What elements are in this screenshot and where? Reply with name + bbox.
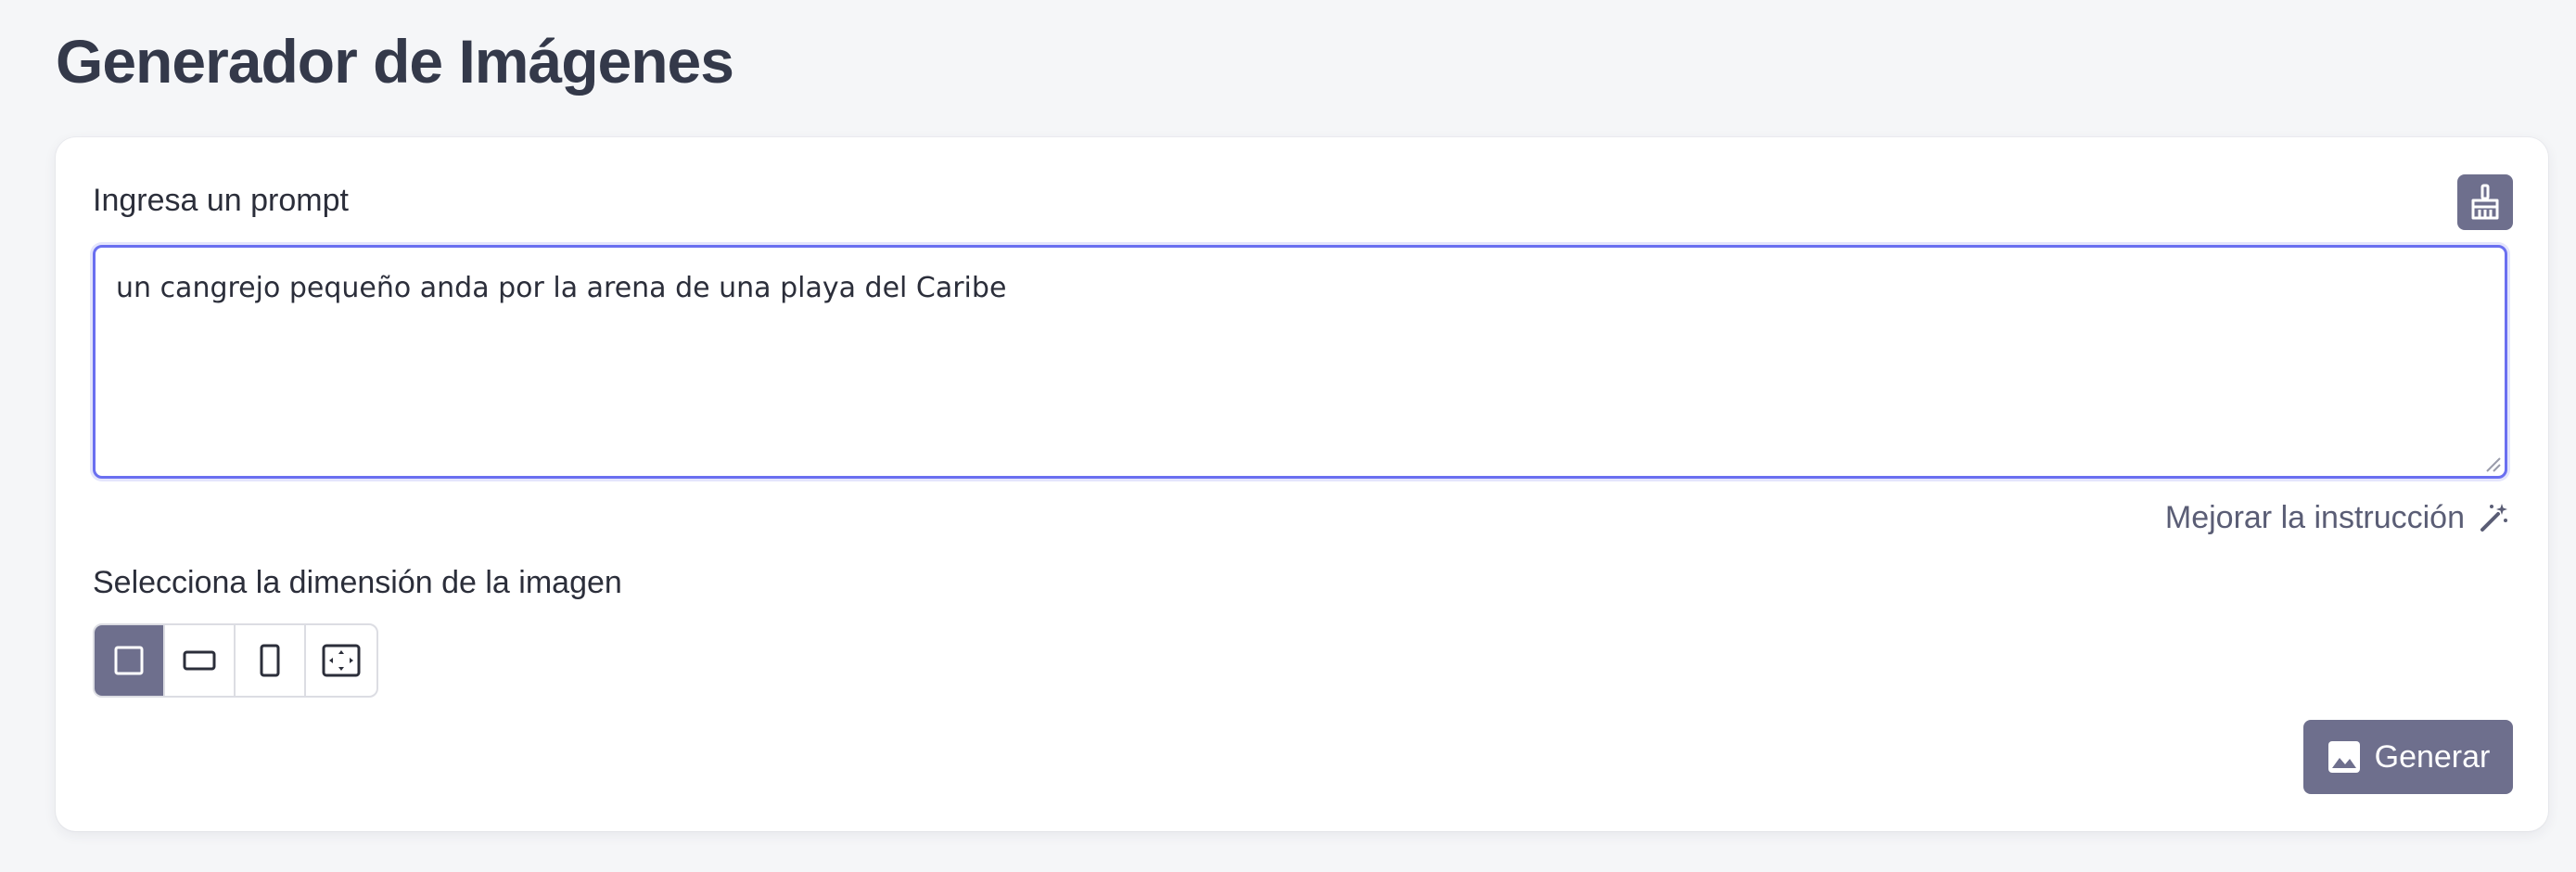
dimension-portrait-button[interactable]: [236, 625, 306, 696]
broom-icon: [2471, 184, 2499, 220]
expand-frame-icon: [322, 644, 361, 677]
dimension-custom-button[interactable]: [306, 625, 376, 696]
square-icon: [114, 646, 144, 675]
image-icon: [2327, 741, 2360, 773]
resize-grip-icon[interactable]: [2484, 455, 2501, 472]
dimension-selector: [93, 623, 378, 698]
prompt-label: Ingresa un prompt: [93, 183, 349, 218]
page-title: Generador de Imágenes: [56, 27, 734, 96]
prompt-text: un cangrejo pequeño anda por la arena de…: [116, 272, 1007, 304]
dimension-label: Selecciona la dimensión de la imagen: [93, 565, 622, 600]
generate-label: Generar: [2374, 738, 2491, 775]
generate-button[interactable]: Generar: [2303, 720, 2513, 794]
prompt-textarea[interactable]: un cangrejo pequeño anda por la arena de…: [93, 245, 2507, 479]
improve-prompt-link[interactable]: Mejorar la instrucción: [2165, 497, 2509, 538]
dimension-square-button[interactable]: [95, 625, 165, 696]
landscape-rect-icon: [183, 650, 216, 671]
magic-wand-icon: [2480, 504, 2507, 532]
image-generator-card: Ingresa un prompt un cangrejo pequeño an…: [56, 137, 2548, 831]
clear-prompt-button[interactable]: [2457, 174, 2513, 230]
portrait-rect-icon: [260, 644, 280, 677]
dimension-landscape-button[interactable]: [165, 625, 236, 696]
improve-prompt-label: Mejorar la instrucción: [2164, 500, 2465, 535]
